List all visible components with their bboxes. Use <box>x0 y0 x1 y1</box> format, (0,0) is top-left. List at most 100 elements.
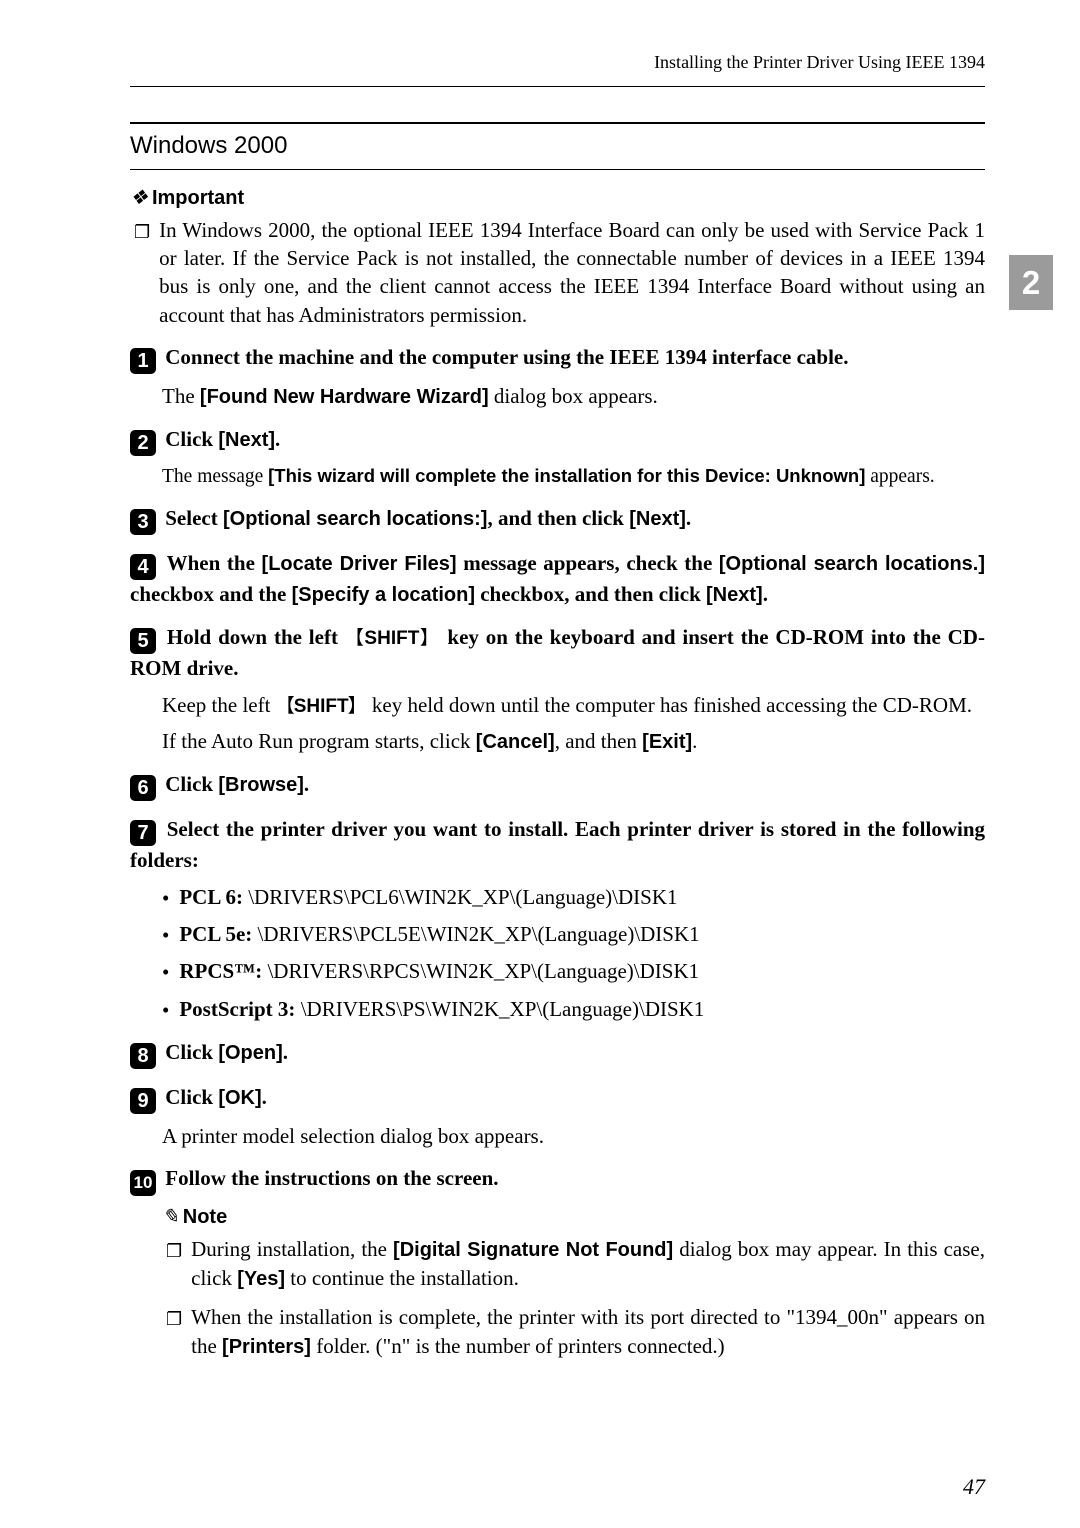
step-6-main: Click [Browse]. <box>165 772 309 796</box>
cancel-label: [Cancel] <box>476 731 555 753</box>
open-label: [Open] <box>218 1042 282 1064</box>
step-number-8: 8 <box>130 1043 156 1069</box>
step-1: 1 Connect the machine and the computer u… <box>130 343 985 374</box>
step-8-main: Click [Open]. <box>165 1040 288 1064</box>
wizard-complete-label: [This wizard will complete the installat… <box>268 465 865 486</box>
note-1-c: to continue the installation. <box>285 1266 519 1290</box>
step-4-e: . <box>763 582 768 606</box>
step-9: 9 Click [OK]. <box>130 1083 985 1114</box>
shift-key-label: SHIFT <box>345 628 441 649</box>
important-item: ❐ In Windows 2000, the optional IEEE 139… <box>134 216 985 329</box>
note-2-b: folder. ("n" is the number of printers c… <box>311 1334 725 1358</box>
next-label-4: [Next] <box>706 584 763 606</box>
driver-item-text: PCL 6: \DRIVERS\PCL6\WIN2K_XP\(Language)… <box>179 883 985 911</box>
list-item: • PCL 6: \DRIVERS\PCL6\WIN2K_XP\(Language… <box>162 883 985 912</box>
list-item: • RPCS™: \DRIVERS\RPCS\WIN2K_XP\(Language… <box>162 957 985 986</box>
header-rule <box>130 86 985 87</box>
step-2-body-b: appears. <box>865 466 934 487</box>
note-item-1: ❐ During installation, the [Digital Sign… <box>166 1235 985 1293</box>
step-number-2: 2 <box>130 430 156 456</box>
specify-location-label: [Specify a location] <box>292 584 475 606</box>
important-icon: ❖ <box>130 185 148 212</box>
step-2-main: Click [Next]. <box>165 427 280 451</box>
step-1-body: The [Found New Hardware Wizard] dialog b… <box>162 382 985 411</box>
step-4-d: checkbox, and then click <box>475 582 706 606</box>
page-header: Installing the Printer Driver Using IEEE… <box>130 50 985 74</box>
note-header: ✎ Note <box>162 1204 985 1231</box>
step-4-main: When the [Locate Driver Files] message a… <box>130 551 985 606</box>
shift-key-label-2: SHIFT <box>276 696 367 717</box>
step-3-a: Select <box>165 506 223 530</box>
section-title: Windows 2000 <box>130 122 985 169</box>
step-number-1: 1 <box>130 348 156 374</box>
step-7-main: Select the printer driver you want to in… <box>130 817 985 872</box>
step-10-main: Follow the instructions on the screen. <box>165 1166 498 1190</box>
step-4-c: checkbox and the <box>130 582 292 606</box>
step-5-main: Hold down the left SHIFT key on the keyb… <box>130 625 985 680</box>
important-label: Important <box>152 185 244 212</box>
step-8-a: Click <box>165 1040 218 1064</box>
next-label: [Next] <box>218 429 275 451</box>
locate-driver-files-label: [Locate Driver Files] <box>262 553 457 575</box>
step-9-a: Click <box>165 1085 218 1109</box>
important-text: In Windows 2000, the optional IEEE 1394 … <box>159 216 985 329</box>
step-number-7: 7 <box>130 820 156 846</box>
step-9-b: . <box>262 1085 267 1109</box>
bullet-icon: • <box>162 921 169 949</box>
step-9-main: Click [OK]. <box>165 1085 267 1109</box>
driver-item-text: RPCS™: \DRIVERS\RPCS\WIN2K_XP\(Language)… <box>179 957 985 985</box>
step-number-5: 5 <box>130 628 156 654</box>
box-bullet-icon: ❐ <box>134 220 150 244</box>
note-block: ✎ Note ❐ During installation, the [Digit… <box>162 1204 985 1360</box>
digital-signature-not-found-label: [Digital Signature Not Found] <box>393 1239 673 1261</box>
driver-item-text: PostScript 3: \DRIVERS\PS\WIN2K_XP\(Lang… <box>179 995 985 1023</box>
yes-label: [Yes] <box>237 1268 285 1290</box>
step-4-b: message appears, check the <box>457 551 719 575</box>
step-3-c: . <box>686 506 691 530</box>
step-3: 3 Select [Optional search locations:], a… <box>130 504 985 535</box>
note-item-2: ❐ When the installation is complete, the… <box>166 1303 985 1360</box>
step-4: 4 When the [Locate Driver Files] message… <box>130 549 985 609</box>
step-number-10: 10 <box>130 1170 156 1196</box>
driver-item-text: PCL 5e: \DRIVERS\PCL5E\WIN2K_XP\(Languag… <box>179 920 985 948</box>
step-2-main-a: Click <box>165 427 218 451</box>
step-9-body: A printer model selection dialog box app… <box>162 1122 985 1150</box>
step-1-body-b: dialog box appears. <box>489 384 658 408</box>
found-new-hardware-wizard-label: [Found New Hardware Wizard] <box>200 386 489 408</box>
step-6-a: Click <box>165 772 218 796</box>
side-tab: 2 <box>1009 255 1053 310</box>
bullet-icon: • <box>162 884 169 912</box>
step-number-3: 3 <box>130 509 156 535</box>
box-bullet-icon: ❐ <box>166 1239 182 1263</box>
step-4-a: When the <box>167 551 262 575</box>
step-10: 10 Follow the instructions on the screen… <box>130 1164 985 1196</box>
note-icon: ✎ <box>162 1204 179 1231</box>
driver-list: • PCL 6: \DRIVERS\PCL6\WIN2K_XP\(Language… <box>162 883 985 1024</box>
step-2: 2 Click [Next]. <box>130 425 985 456</box>
optional-search-locations-checkbox-label: [Optional search locations.] <box>719 553 985 575</box>
box-bullet-icon: ❐ <box>166 1307 182 1331</box>
bullet-icon: • <box>162 958 169 986</box>
step-5-body2-a: If the Auto Run program starts, click <box>162 729 476 753</box>
step-1-body-a: The <box>162 384 200 408</box>
step-5-body2-c: . <box>692 729 697 753</box>
step-5-body1-a: Keep the left <box>162 693 276 717</box>
step-6: 6 Click [Browse]. <box>130 770 985 801</box>
printers-label: [Printers] <box>222 1336 311 1358</box>
step-number-9: 9 <box>130 1088 156 1114</box>
step-3-b: , and then click <box>487 506 629 530</box>
exit-label: [Exit] <box>642 731 692 753</box>
note-2-text: When the installation is complete, the p… <box>191 1303 985 1360</box>
step-5-body-2: If the Auto Run program starts, click [C… <box>162 727 985 756</box>
important-header: ❖ Important <box>130 185 985 212</box>
step-2-body-a: The message <box>162 466 268 487</box>
next-label-3: [Next] <box>629 508 686 530</box>
optional-search-locations-label: [Optional search locations:] <box>223 508 487 530</box>
list-item: • PCL 5e: \DRIVERS\PCL5E\WIN2K_XP\(Langua… <box>162 920 985 949</box>
step-5-a: Hold down the left <box>167 625 345 649</box>
step-number-6: 6 <box>130 775 156 801</box>
note-label: Note <box>183 1204 227 1231</box>
step-2-body: The message [This wizard will complete t… <box>162 464 985 490</box>
note-1-text: During installation, the [Digital Signat… <box>191 1235 985 1293</box>
step-8-b: . <box>283 1040 288 1064</box>
